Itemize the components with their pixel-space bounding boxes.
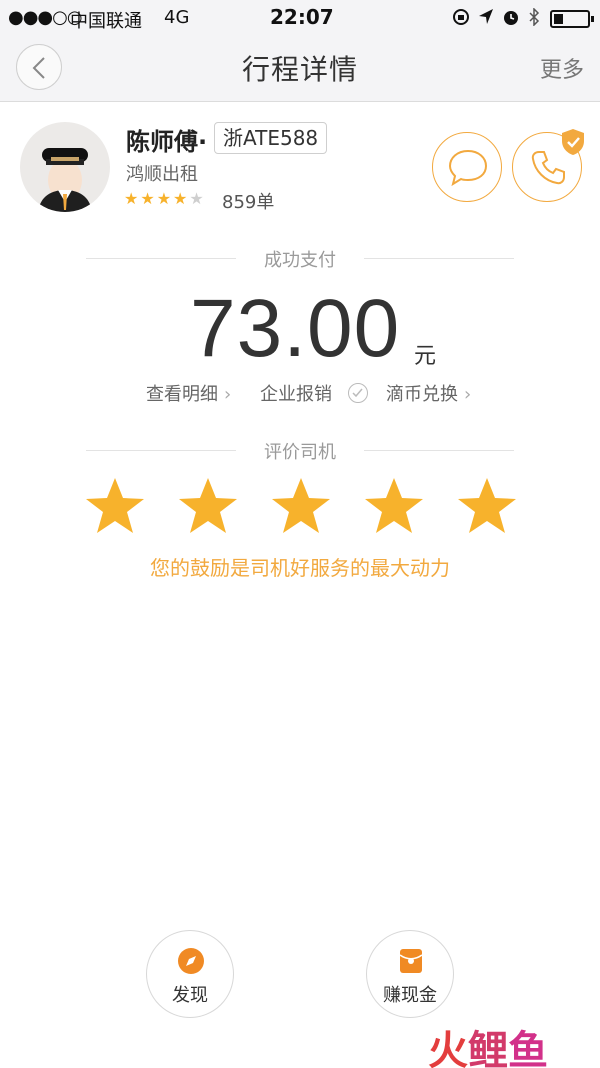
discover-label: 发现 [172, 985, 208, 1006]
expense-label: 企业报销 [260, 384, 332, 405]
license-plate: 浙ATE588 [214, 122, 328, 154]
page-title: 行程详情 [241, 53, 358, 86]
battery-icon [550, 10, 594, 28]
payment-status: 成功支付 [264, 250, 336, 271]
status-icons [452, 8, 540, 26]
compass-icon [178, 948, 204, 974]
fare-amount: 73.00 [190, 283, 401, 374]
view-details-label: 查看明细 [146, 384, 218, 405]
taxi-company: 鸿顺出租 [126, 164, 198, 185]
chat-bubble-icon [448, 149, 488, 187]
review-star-rating [84, 476, 524, 546]
rotation-lock-icon [453, 9, 469, 25]
driver-rating: ★ ★ ★ ★ ★ [124, 190, 204, 208]
review-star-2-icon[interactable] [177, 476, 239, 536]
coin-exchange-link[interactable]: 滴币兑换 › [386, 380, 471, 406]
expense-reimburse-link[interactable]: 企业报销 [260, 380, 332, 406]
watermark-char-3: 鱼 [508, 1028, 548, 1068]
status-time: 22:07 [270, 5, 334, 29]
watermark-logo: 火鲤鱼 [428, 1018, 548, 1068]
network-type: 4G [164, 7, 190, 28]
review-star-4-icon[interactable] [363, 476, 425, 536]
check-circle-icon[interactable] [348, 383, 368, 403]
driver-name: 陈师傅· [126, 128, 208, 156]
review-star-3-icon[interactable] [270, 476, 332, 536]
rating-star-icon: ★ [156, 189, 172, 208]
shield-check-icon [562, 129, 584, 155]
chevron-right-icon: › [224, 384, 232, 405]
currency-unit: 元 [414, 344, 437, 369]
order-count: 859单 [222, 192, 275, 213]
earn-cash-button[interactable]: 赚现金 [366, 930, 454, 1018]
location-icon [479, 9, 493, 24]
review-star-5-icon[interactable] [456, 476, 518, 536]
watermark-char-1: 火 [428, 1028, 468, 1068]
discover-button[interactable]: 发现 [146, 930, 234, 1018]
navigation-bar: 行程详情 更多 [0, 36, 600, 102]
payment-actions: 查看明细 › 企业报销 滴币兑换 › [0, 380, 600, 410]
exchange-label: 滴币兑换 [386, 384, 458, 405]
more-button[interactable]: 更多 [540, 52, 584, 84]
rating-star-icon: ★ [173, 189, 188, 208]
review-star-1-icon[interactable] [84, 476, 146, 536]
status-bar: ●●●○○ 中国联通 4G 22:07 [0, 0, 600, 36]
rating-star-icon: ★ [140, 189, 155, 208]
view-details-link[interactable]: 查看明细 › [146, 380, 231, 406]
payment-divider: 成功支付 [86, 246, 514, 271]
bluetooth-icon [529, 8, 540, 26]
rating-star-icon: ★ [124, 189, 139, 208]
message-driver-button[interactable] [432, 132, 502, 202]
watermark-char-2: 鲤 [468, 1028, 508, 1068]
review-divider: 评价司机 [86, 438, 514, 463]
earn-cash-label: 赚现金 [383, 985, 437, 1006]
carrier-name: 中国联通 [70, 11, 142, 32]
driver-avatar [20, 122, 110, 212]
alarm-icon [504, 11, 518, 25]
rating-star-icon: ★ [189, 189, 204, 208]
red-envelope-icon [399, 949, 423, 973]
review-message: 您的鼓励是司机好服务的最大动力 [150, 556, 450, 580]
review-title: 评价司机 [264, 442, 336, 463]
chevron-right-icon: › [464, 384, 472, 405]
